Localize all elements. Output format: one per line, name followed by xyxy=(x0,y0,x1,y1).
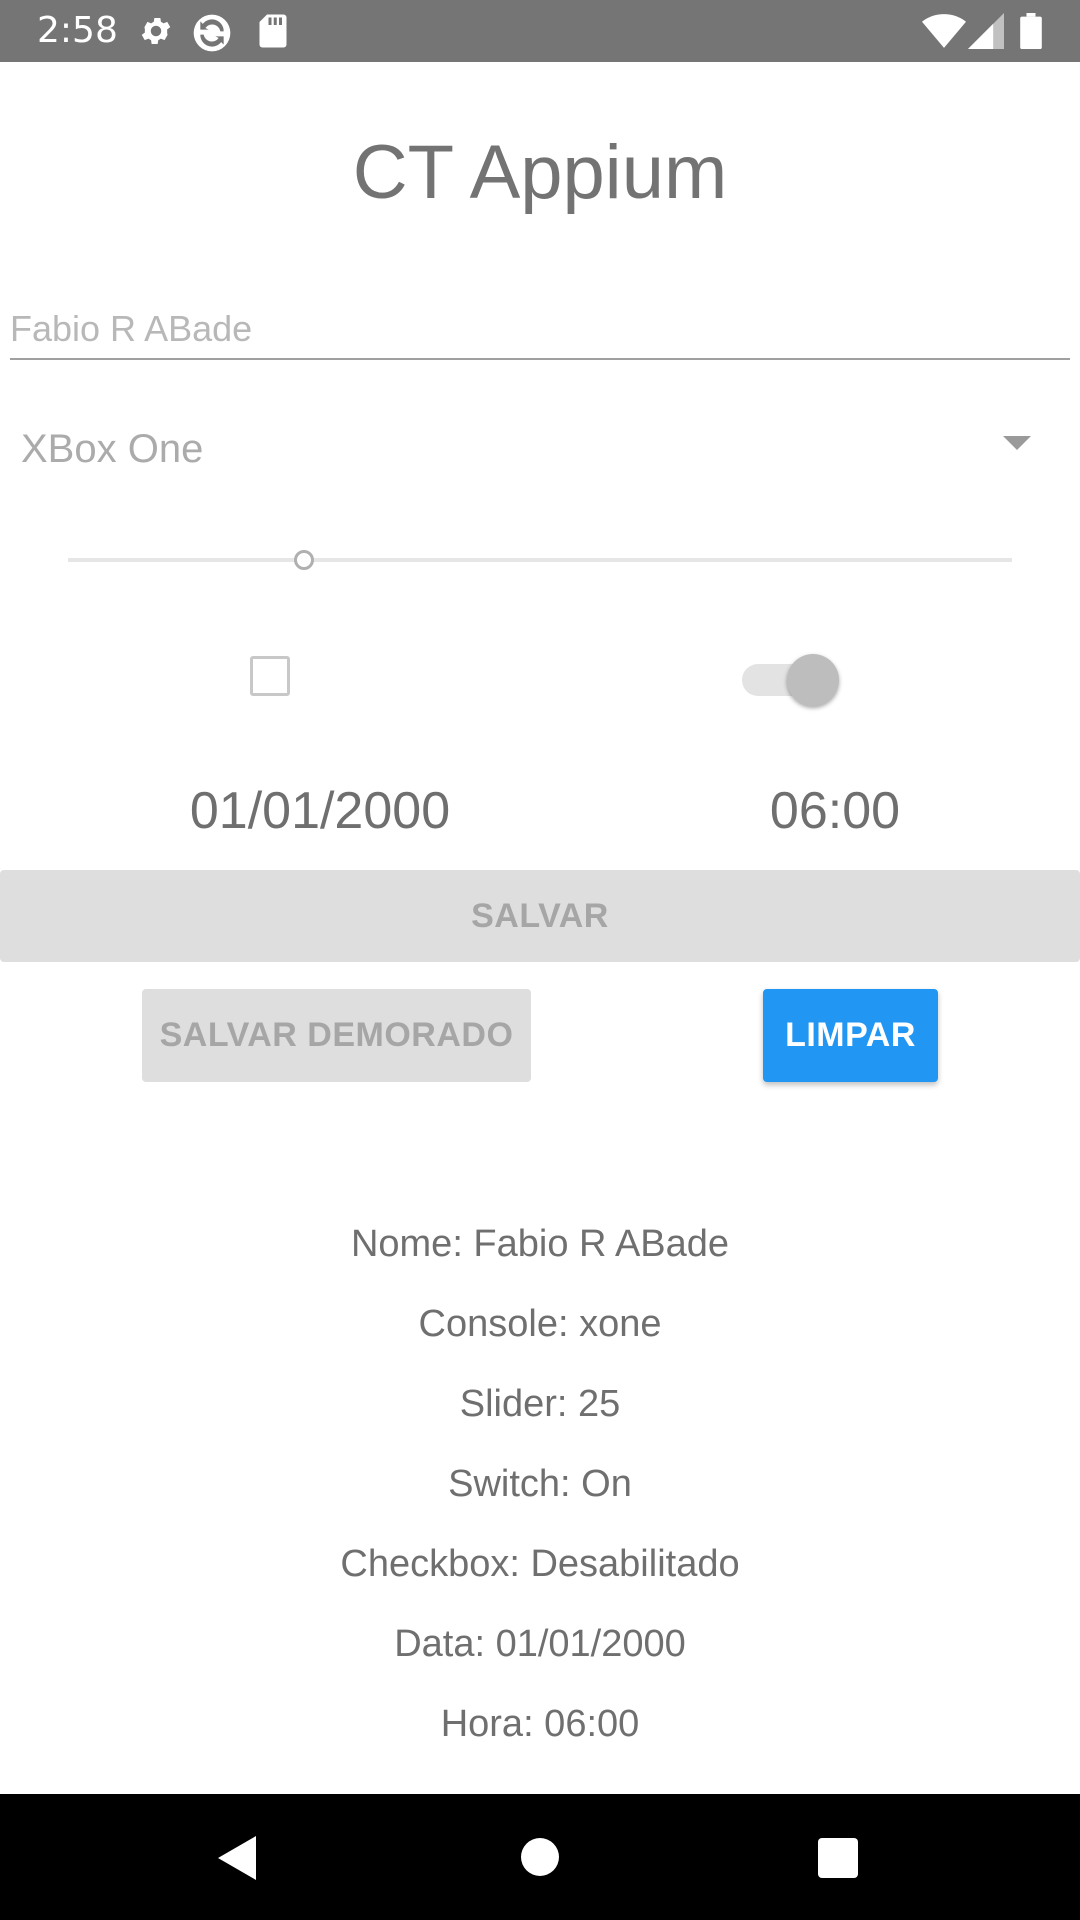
battery-icon xyxy=(1020,13,1042,49)
save-delayed-button[interactable]: SALVAR DEMORADO xyxy=(142,989,531,1082)
result-time: Hora: 06:00 xyxy=(440,1703,640,1745)
clear-button[interactable]: LIMPAR xyxy=(763,989,938,1082)
checkbox[interactable] xyxy=(250,656,290,696)
name-input[interactable] xyxy=(10,300,1070,360)
recents-icon[interactable] xyxy=(818,1838,858,1878)
back-icon[interactable] xyxy=(218,1836,256,1880)
console-selected-value: XBox One xyxy=(21,427,204,471)
wifi-icon xyxy=(922,13,966,49)
signal-icon xyxy=(968,13,1004,49)
slider-track xyxy=(68,558,1012,562)
dropdown-arrow-icon[interactable] xyxy=(1003,436,1031,450)
save-button[interactable]: SALVAR xyxy=(0,870,1080,962)
seek-slider[interactable] xyxy=(68,548,1012,572)
result-slider: Slider: 25 xyxy=(459,1383,621,1425)
app-title: CT Appium xyxy=(352,130,728,215)
results-panel: Nome: Fabio R ABade Console: xone Slider… xyxy=(0,1218,1080,1778)
status-bar: 2:58 xyxy=(0,0,1080,62)
toggle-switch[interactable] xyxy=(740,652,840,706)
result-date: Data: 01/01/2000 xyxy=(394,1623,686,1665)
sd-card-icon xyxy=(258,13,288,49)
result-switch: Switch: On xyxy=(448,1463,632,1505)
navigation-bar xyxy=(0,1794,1080,1920)
result-checkbox: Checkbox: Desabilitado xyxy=(340,1543,740,1585)
console-spinner[interactable]: XBox One xyxy=(0,410,1080,490)
date-picker-text[interactable]: 01/01/2000 xyxy=(130,780,510,842)
slider-thumb[interactable] xyxy=(294,550,314,570)
result-name: Nome: Fabio R ABade xyxy=(350,1223,730,1265)
gear-icon xyxy=(138,13,174,49)
time-picker-text[interactable]: 06:00 xyxy=(700,780,970,842)
switch-thumb xyxy=(787,654,839,706)
result-console: Console: xone xyxy=(418,1303,662,1345)
sync-icon xyxy=(192,13,232,53)
home-icon[interactable] xyxy=(521,1838,559,1876)
status-time: 2:58 xyxy=(37,10,118,51)
